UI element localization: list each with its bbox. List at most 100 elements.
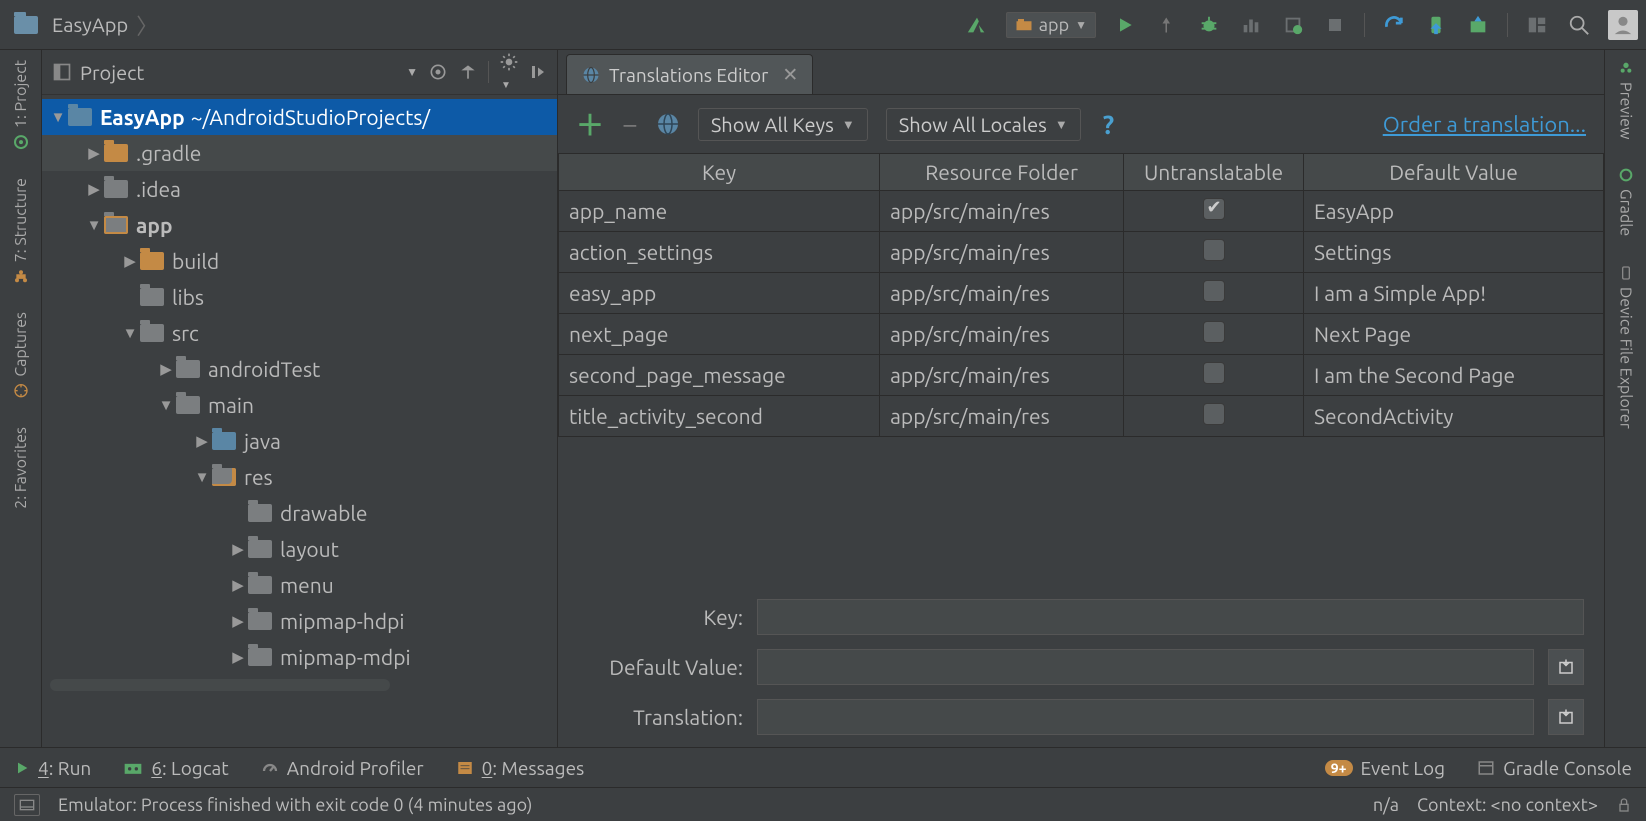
col-untrans[interactable]: Untranslatable <box>1124 154 1304 191</box>
cell-key[interactable]: next_page <box>559 314 880 355</box>
tree-item-mipmap-hdpi[interactable]: ▶ mipmap-hdpi <box>42 603 557 639</box>
cell-key[interactable]: second_page_message <box>559 355 880 396</box>
close-icon[interactable]: ✕ <box>782 63 798 86</box>
checkbox[interactable] <box>1203 198 1225 220</box>
tree-item-main[interactable]: ▼ main <box>42 387 557 423</box>
cell-folder[interactable]: app/src/main/res <box>880 273 1124 314</box>
table-row[interactable]: title_activity_secondapp/src/main/res Sec… <box>559 396 1604 437</box>
cell-folder[interactable]: app/src/main/res <box>880 232 1124 273</box>
table-row[interactable]: easy_appapp/src/main/res I am a Simple Ap… <box>559 273 1604 314</box>
cell-untranslatable[interactable] <box>1124 232 1304 273</box>
chevron-right-icon[interactable]: ▶ <box>156 360 176 378</box>
gutter-device-file-explorer[interactable]: Device File Explorer <box>1617 265 1635 429</box>
collapse-all-icon[interactable] <box>458 62 478 82</box>
cell-default-value[interactable]: I am the Second Page <box>1304 355 1604 396</box>
gutter-project[interactable]: 1: Project <box>12 60 30 150</box>
gutter-gradle[interactable]: Gradle <box>1617 167 1635 236</box>
profile-icon[interactable] <box>1238 12 1264 38</box>
attach-debugger-icon[interactable] <box>1280 12 1306 38</box>
add-key-button[interactable]: ＋ <box>576 104 604 144</box>
search-everywhere-icon[interactable] <box>1566 12 1592 38</box>
cell-default-value[interactable]: SecondActivity <box>1304 396 1604 437</box>
caret-down-icon[interactable]: ▼ <box>406 65 418 79</box>
checkbox[interactable] <box>1203 362 1225 384</box>
cell-folder[interactable]: app/src/main/res <box>880 191 1124 232</box>
cell-folder[interactable]: app/src/main/res <box>880 355 1124 396</box>
cell-key[interactable]: app_name <box>559 191 880 232</box>
order-translation-link[interactable]: Order a translation... <box>1383 112 1586 137</box>
run-config-selector[interactable]: app ▼ <box>1006 12 1096 38</box>
add-locale-button[interactable] <box>656 112 680 136</box>
status-context[interactable]: Context: <no context> <box>1417 795 1598 815</box>
tree-item-java[interactable]: ▶ java <box>42 423 557 459</box>
tree-item-drawable[interactable]: ▶ drawable <box>42 495 557 531</box>
tree-item-androidtest[interactable]: ▶ androidTest <box>42 351 557 387</box>
expand-translation-button[interactable] <box>1548 699 1584 735</box>
bottom-messages[interactable]: 0: Messages <box>456 757 585 779</box>
target-icon[interactable] <box>428 62 448 82</box>
tree-item-menu[interactable]: ▶ menu <box>42 567 557 603</box>
chevron-right-icon[interactable]: ▶ <box>84 180 104 198</box>
gutter-preview[interactable]: Preview <box>1617 60 1635 139</box>
run-button[interactable] <box>1112 12 1138 38</box>
cell-default-value[interactable]: I am a Simple App! <box>1304 273 1604 314</box>
tree-item-src[interactable]: ▼ src <box>42 315 557 351</box>
help-icon[interactable]: ? <box>1103 110 1114 139</box>
avd-manager-icon[interactable] <box>1423 12 1449 38</box>
tree-root[interactable]: ▼ EasyApp ~/AndroidStudioProjects/ <box>42 99 557 135</box>
debug-button[interactable] <box>1196 12 1222 38</box>
default-value-input[interactable] <box>757 649 1534 685</box>
checkbox[interactable] <box>1203 403 1225 425</box>
bottom-gradle-console[interactable]: Gradle Console <box>1477 757 1632 779</box>
cell-folder[interactable]: app/src/main/res <box>880 314 1124 355</box>
cell-key[interactable]: action_settings <box>559 232 880 273</box>
key-input[interactable] <box>757 599 1584 635</box>
cell-key[interactable]: title_activity_second <box>559 396 880 437</box>
cell-default-value[interactable]: Next Page <box>1304 314 1604 355</box>
sdk-manager-icon[interactable] <box>1465 12 1491 38</box>
chevron-down-icon[interactable]: ▼ <box>192 468 212 486</box>
chevron-down-icon[interactable]: ▼ <box>156 396 176 414</box>
chevron-down-icon[interactable]: ▼ <box>120 324 140 342</box>
tree-item-res[interactable]: ▼ res <box>42 459 557 495</box>
locales-filter-combo[interactable]: Show All Locales▼ <box>886 108 1081 141</box>
tree-item-app[interactable]: ▼ app <box>42 207 557 243</box>
translation-input[interactable] <box>757 699 1534 735</box>
tool-window-toggle-icon[interactable] <box>14 794 40 816</box>
chevron-down-icon[interactable]: ▼ <box>48 108 68 126</box>
cell-untranslatable[interactable] <box>1124 355 1304 396</box>
tab-translations-editor[interactable]: Translations Editor ✕ <box>566 54 813 94</box>
chevron-right-icon[interactable]: ▶ <box>84 144 104 162</box>
chevron-right-icon[interactable]: ▶ <box>120 252 140 270</box>
keys-filter-combo[interactable]: Show All Keys▼ <box>698 108 868 141</box>
tree-item-idea[interactable]: ▶ .idea <box>42 171 557 207</box>
project-tree[interactable]: ▼ EasyApp ~/AndroidStudioProjects/ ▶ .gr… <box>42 95 557 747</box>
hide-icon[interactable] <box>529 62 547 82</box>
tree-item-gradle[interactable]: ▶ .gradle <box>42 135 557 171</box>
status-na[interactable]: n/a <box>1373 795 1399 815</box>
cell-default-value[interactable]: Settings <box>1304 232 1604 273</box>
checkbox[interactable] <box>1203 280 1225 302</box>
breadcrumb[interactable]: EasyApp 〉 <box>14 9 158 41</box>
tree-item-build[interactable]: ▶ build <box>42 243 557 279</box>
lock-icon[interactable] <box>1616 796 1632 814</box>
bottom-profiler[interactable]: Android Profiler <box>261 757 424 779</box>
stop-button[interactable] <box>1322 12 1348 38</box>
cell-untranslatable[interactable] <box>1124 191 1304 232</box>
tree-item-layout[interactable]: ▶ layout <box>42 531 557 567</box>
cell-folder[interactable]: app/src/main/res <box>880 396 1124 437</box>
bottom-run[interactable]: 4: Run <box>14 757 91 779</box>
table-row[interactable]: app_nameapp/src/main/resEasyApp <box>559 191 1604 232</box>
col-key[interactable]: Key <box>559 154 880 191</box>
cell-key[interactable]: easy_app <box>559 273 880 314</box>
chevron-right-icon[interactable]: ▶ <box>228 648 248 666</box>
cell-untranslatable[interactable] <box>1124 273 1304 314</box>
tree-item-mipmap-mdpi[interactable]: ▶ mipmap-mdpi <box>42 639 557 675</box>
chevron-down-icon[interactable]: ▼ <box>84 216 104 234</box>
chevron-right-icon[interactable]: ▶ <box>228 540 248 558</box>
sync-gradle-icon[interactable] <box>1381 12 1407 38</box>
col-defval[interactable]: Default Value <box>1304 154 1604 191</box>
horizontal-scrollbar[interactable] <box>50 679 390 691</box>
cell-untranslatable[interactable] <box>1124 314 1304 355</box>
translations-table[interactable]: Key Resource Folder Untranslatable Defau… <box>558 153 1604 437</box>
